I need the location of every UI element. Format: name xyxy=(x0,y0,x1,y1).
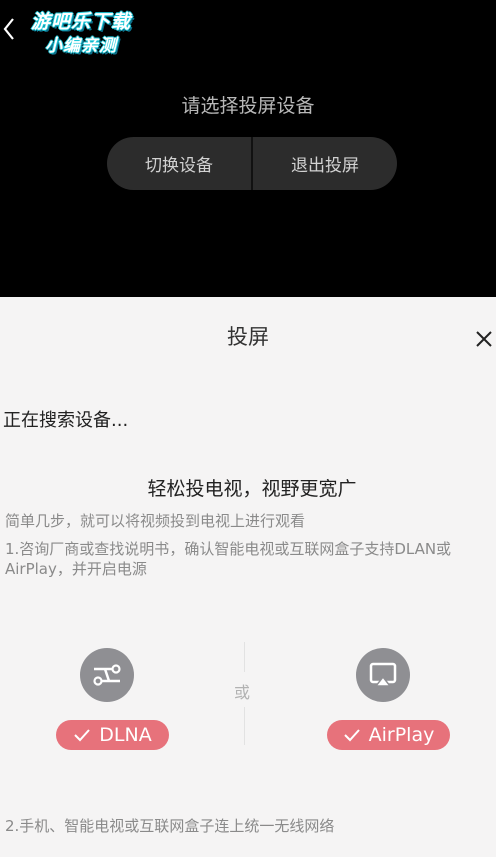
watermark: 游吧乐下载 小编亲测 xyxy=(16,10,146,58)
step-1-text: 1.咨询厂商或查找说明书，确认智能电视或互联网盒子支持DLAN或AirPlay，… xyxy=(5,540,452,578)
or-divider-bottom xyxy=(244,707,245,745)
airplay-icon xyxy=(356,648,410,702)
airplay-tag[interactable]: AirPlay xyxy=(327,720,450,750)
subtitle: 简单几步，就可以将视频投到电视上进行观看 xyxy=(5,512,306,530)
check-icon xyxy=(74,729,91,742)
dlna-label: DLNA xyxy=(99,724,152,746)
watermark-line-1: 游吧乐下载 xyxy=(30,11,131,33)
headline: 轻松投电视，视野更宽广 xyxy=(147,478,357,500)
close-icon[interactable] xyxy=(472,327,496,351)
watermark-line-2: 小编亲测 xyxy=(45,36,117,56)
dlna-tag[interactable]: DLNA xyxy=(56,720,169,750)
or-label: 或 xyxy=(234,683,251,702)
check-icon xyxy=(343,729,360,742)
cast-bottom-sheet: 投屏 正在搜索设备... 轻松投电视，视野更宽广 简单几步，就可以将视频投到电视… xyxy=(0,297,496,857)
dlna-icon xyxy=(80,648,134,702)
cast-control-pill: 切换设备 退出投屏 xyxy=(107,137,397,190)
sheet-title: 投屏 xyxy=(227,325,269,349)
step-2-text: 2.手机、智能电视或互联网盒子连上统一无线网络 xyxy=(5,817,335,835)
searching-status: 正在搜索设备... xyxy=(3,410,129,431)
airplay-label: AirPlay xyxy=(368,724,435,746)
cast-prompt: 请选择投屏设备 xyxy=(181,95,315,117)
video-player-area[interactable]: 游吧乐下载 小编亲测 请选择投屏设备 切换设备 退出投屏 xyxy=(0,0,496,297)
switch-device-button[interactable]: 切换设备 xyxy=(107,137,251,190)
exit-cast-button[interactable]: 退出投屏 xyxy=(253,137,397,190)
or-divider-top xyxy=(244,642,245,672)
